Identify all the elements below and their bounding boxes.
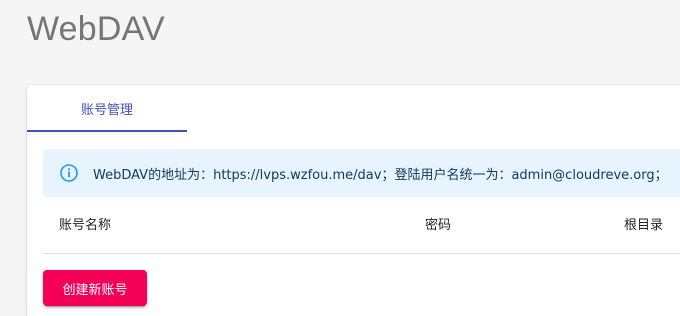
tab-indicator bbox=[27, 130, 187, 132]
tab-label: 账号管理 bbox=[80, 103, 133, 118]
create-account-button[interactable]: 创建新账号 bbox=[43, 270, 147, 306]
column-header-password: 密码 bbox=[425, 218, 452, 233]
column-header-root-directory: 根目录 bbox=[624, 218, 664, 233]
info-icon bbox=[59, 163, 79, 183]
tab-bar: 账号管理 bbox=[27, 85, 680, 132]
accounts-table-header: 账号名称 密码 根目录 bbox=[43, 201, 680, 254]
page: WebDAV 账号管理 WebDAV的地址为：https://lvps.wzfo… bbox=[0, 0, 680, 316]
tab-account-management[interactable]: 账号管理 bbox=[27, 85, 187, 132]
alert-message: WebDAV的地址为：https://lvps.wzfou.me/dav；登陆用… bbox=[93, 167, 668, 183]
info-alert: WebDAV的地址为：https://lvps.wzfou.me/dav；登陆用… bbox=[43, 149, 680, 197]
webdav-card: 账号管理 WebDAV的地址为：https://lvps.wzfou.me/da… bbox=[27, 85, 680, 316]
column-header-account-name: 账号名称 bbox=[59, 218, 112, 233]
page-title: WebDAV bbox=[27, 10, 165, 48]
